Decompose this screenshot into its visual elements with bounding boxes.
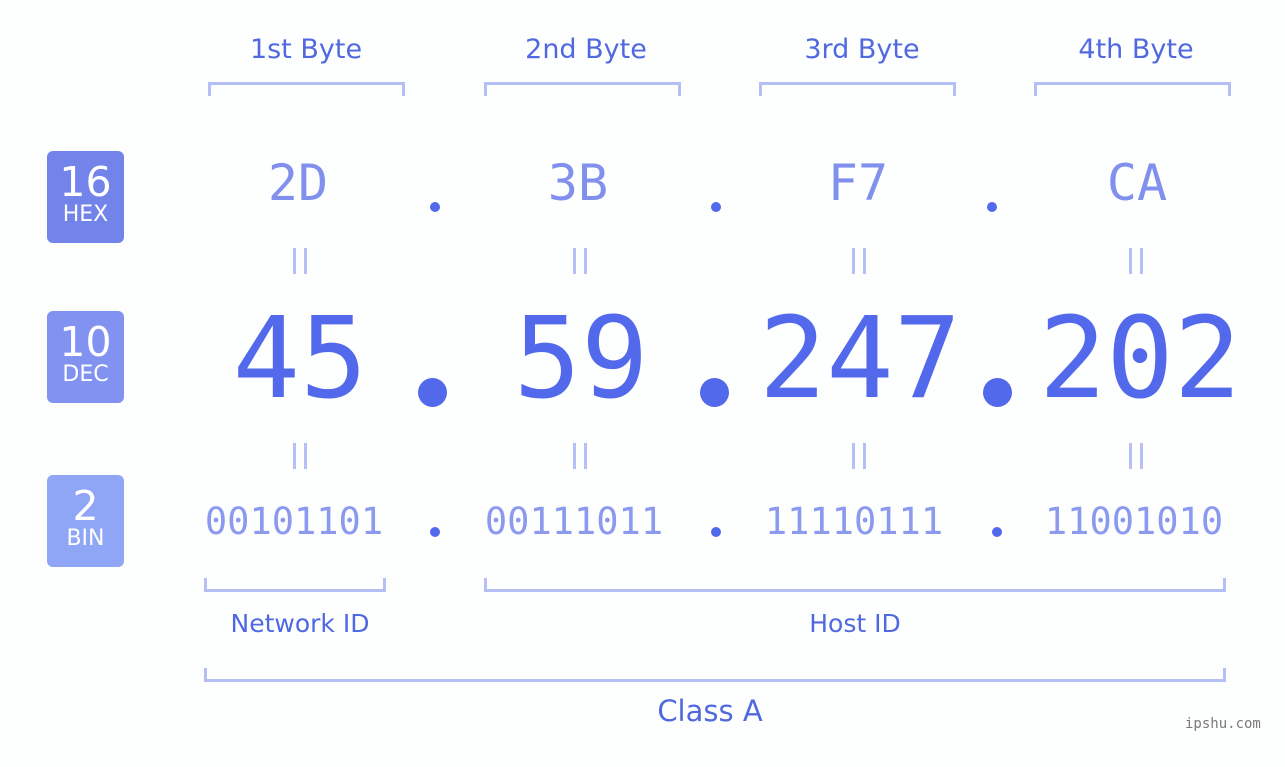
hex-badge: 16 HEX (47, 151, 124, 243)
equals-icon (293, 248, 307, 274)
hex-value-4: CA (1106, 154, 1168, 212)
hex-separator-dot (711, 202, 721, 212)
byte-bracket-1 (208, 82, 405, 96)
hex-value-3: F7 (827, 154, 889, 212)
hex-value-2: 3B (547, 154, 609, 212)
equals-icon (852, 248, 866, 274)
bin-badge-number: 2 (72, 482, 99, 530)
byte-label-3: 3rd Byte (804, 34, 920, 65)
bin-value-1: 00101101 (204, 500, 384, 543)
equals-icon (1129, 248, 1143, 274)
network-id-label: Network ID (230, 609, 370, 638)
bin-separator-dot (430, 527, 440, 537)
bin-badge-label: BIN (66, 526, 105, 551)
byte-bracket-4 (1034, 82, 1231, 96)
bin-value-3: 11110111 (764, 500, 944, 543)
equals-icon (293, 443, 307, 469)
dec-separator-dot (700, 378, 729, 407)
dec-separator-dot (983, 378, 1012, 407)
byte-bracket-3 (759, 82, 956, 96)
bin-badge: 2 BIN (47, 475, 124, 567)
dec-value-1: 45 (232, 294, 368, 424)
byte-bracket-2 (484, 82, 681, 96)
class-label: Class A (657, 694, 763, 728)
hex-badge-number: 16 (59, 158, 112, 206)
watermark: ipshu.com (1185, 716, 1261, 732)
hex-badge-label: HEX (62, 202, 109, 227)
hex-separator-dot (987, 202, 997, 212)
equals-icon (573, 248, 587, 274)
dec-separator-dot (418, 378, 447, 407)
bin-value-2: 00111011 (484, 500, 664, 543)
dec-value-4: 202 (1038, 294, 1242, 424)
equals-icon (852, 443, 866, 469)
byte-label-1: 1st Byte (249, 34, 363, 65)
host-id-label: Host ID (809, 609, 901, 638)
equals-icon (573, 443, 587, 469)
dec-badge: 10 DEC (47, 311, 124, 403)
dec-badge-number: 10 (59, 318, 112, 366)
equals-icon (1129, 443, 1143, 469)
bin-separator-dot (711, 527, 721, 537)
bin-value-4: 11001010 (1044, 500, 1224, 543)
bin-separator-dot (992, 527, 1002, 537)
hex-value-1: 2D (267, 154, 329, 212)
dec-value-3: 247 (758, 294, 962, 424)
byte-label-4: 4th Byte (1078, 34, 1194, 65)
dec-badge-label: DEC (62, 362, 109, 387)
hex-separator-dot (430, 202, 440, 212)
class-bracket (204, 668, 1226, 682)
host-id-bracket (484, 578, 1226, 592)
network-id-bracket (204, 578, 386, 592)
dec-value-2: 59 (513, 294, 649, 424)
byte-label-2: 2nd Byte (525, 34, 647, 65)
